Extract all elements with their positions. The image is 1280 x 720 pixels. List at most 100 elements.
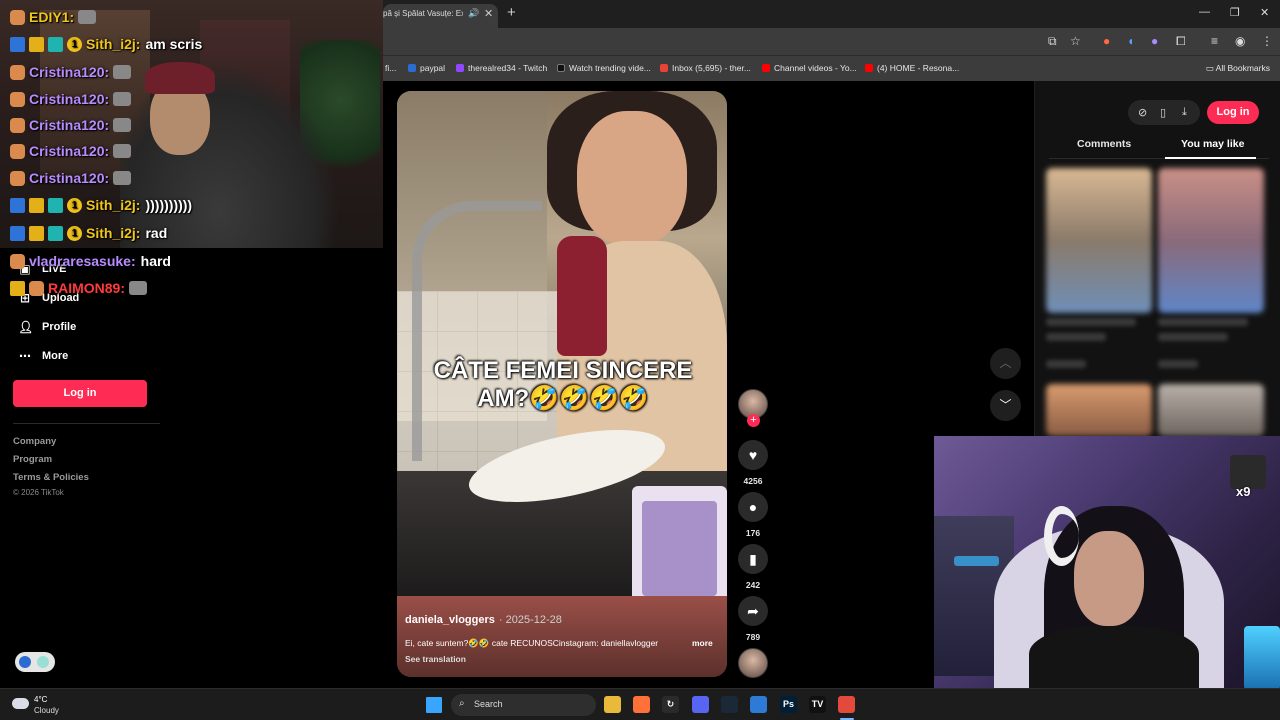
thumbnail-caption (1158, 318, 1248, 326)
sound-avatar[interactable] (738, 648, 768, 678)
sidebar-item-label: More (42, 350, 69, 362)
bookmark-gmail[interactable]: Inbox (5,695) - ther... (660, 63, 751, 73)
bookmark-youtube-home[interactable]: (4) HOME - Resona... (865, 63, 959, 73)
compass-icon[interactable]: ⊘ (1138, 106, 1147, 119)
close-tab-icon[interactable]: ✕ (484, 7, 493, 20)
caption-line-2: AM?🤣🤣🤣🤣 (477, 385, 649, 412)
user-badge-icon (10, 91, 25, 107)
bookmark-tiktok[interactable]: Watch trending vide... (557, 63, 651, 73)
emote-icon (129, 281, 148, 295)
weather-condition[interactable]: Cloudy (34, 706, 59, 715)
firefox-icon[interactable] (633, 696, 650, 713)
steam-icon[interactable] (721, 696, 738, 713)
bookmark-youtube-channel[interactable]: Channel videos - Yo... (762, 63, 857, 73)
tab-you-may-like[interactable]: You may like (1181, 138, 1244, 150)
more-link[interactable]: more (692, 638, 713, 648)
bookmark-item[interactable]: fi... (385, 63, 396, 73)
emote-icon (113, 171, 132, 185)
chat-username: Cristina120: (29, 91, 110, 107)
install-app-icon[interactable]: ⧉ (1048, 34, 1057, 49)
all-bookmarks[interactable]: ▭ All Bookmarks (1206, 63, 1270, 74)
chat-message: 1 Sith_i2j: am scris (10, 33, 202, 55)
top-actions-pill: ⊘ ▯ ⤓ (1128, 100, 1200, 125)
recommended-thumbnail[interactable] (1158, 168, 1264, 313)
discord-icon[interactable] (692, 696, 709, 713)
minimize-icon[interactable]: — (1199, 6, 1210, 18)
chat-message: Cristina120: (10, 167, 132, 189)
see-translation-link[interactable]: See translation (405, 654, 466, 664)
footer-link-company[interactable]: Company (13, 436, 56, 447)
save-button[interactable]: ▮ (738, 544, 768, 574)
chat-text: rad (145, 225, 168, 241)
user-badge-icon (10, 64, 25, 80)
chat-username: Sith_i2j: (86, 225, 141, 241)
user-badge-icon (10, 253, 25, 269)
chat-username: EDIY1: (29, 9, 75, 25)
coin-badge-icon: 1 (67, 36, 82, 52)
sidebar-item-more[interactable]: ⋯ More (18, 349, 68, 363)
footer-link-program[interactable]: Program (13, 454, 52, 465)
follow-plus-icon[interactable]: + (747, 414, 760, 427)
weather-temperature[interactable]: 4°C (34, 695, 47, 704)
login-button[interactable]: Log in (13, 380, 147, 407)
recommended-thumbnail[interactable] (1046, 168, 1152, 313)
chat-username: Cristina120: (29, 64, 110, 80)
extension-audio-icon[interactable]: ◖ (1127, 34, 1134, 48)
extensions-icon[interactable]: ⧠ (1176, 34, 1186, 49)
chat-username: Cristina120: (29, 170, 110, 186)
caption-line-1: CÂTE FEMEI SINCERE (433, 357, 693, 384)
video-faucet (412, 201, 542, 461)
browser-tab-active[interactable]: pă și Spălat Vasuțe: Exp 🔊 ✕ (383, 4, 498, 28)
cloud-icon[interactable] (12, 698, 29, 709)
bookmark-paypal[interactable]: paypal (408, 63, 445, 73)
like-button[interactable]: ♥ (738, 440, 768, 470)
maximize-icon[interactable]: ❐ (1230, 6, 1240, 19)
recommended-thumbnail[interactable] (1158, 384, 1264, 436)
chevron-up-icon: ︿ (999, 356, 1012, 370)
next-video-button[interactable]: ﹀ (990, 390, 1021, 421)
chat-username: Cristina120: (29, 143, 110, 159)
taskbar-search[interactable] (451, 694, 596, 716)
menu-icon[interactable]: ⋮ (1261, 34, 1273, 48)
heart-icon: ♥ (748, 447, 758, 463)
profile-avatar-icon[interactable]: ◉ (1235, 34, 1245, 48)
chat-message: 1 Sith_i2j:)))))))))) (10, 194, 192, 216)
share-button[interactable]: ➦ (738, 596, 768, 626)
video-description: Ei, cate suntem?🤣🤣 cate RECUNOSCinstagra… (405, 638, 659, 648)
login-button-top[interactable]: Log in (1207, 101, 1259, 124)
sidebar-item-profile[interactable]: 👤︎ Profile (18, 320, 76, 334)
get-app-pill[interactable] (15, 652, 55, 672)
recommended-thumbnail[interactable] (1046, 384, 1152, 436)
sync-icon[interactable]: ↻ (662, 696, 679, 713)
app-icon[interactable] (750, 696, 767, 713)
chat-message: Cristina120: (10, 88, 132, 110)
tab-comments[interactable]: Comments (1077, 138, 1131, 150)
browser-tab-bar: pă și Spălat Vasuțe: Exp 🔊 ✕ + — ❐ ✕ (383, 0, 1280, 28)
extension-fox-icon[interactable]: ● (1103, 34, 1110, 48)
emote-icon (113, 92, 132, 106)
new-tab-button[interactable]: + (507, 5, 516, 20)
tab-search-icon[interactable]: ≡ (1211, 34, 1218, 48)
tab-active-indicator (1165, 157, 1256, 159)
speaker-icon[interactable]: 🔊 (468, 8, 479, 19)
video-author[interactable]: daniela_vloggers · 2025-12-28 (405, 614, 562, 626)
windows-start-icon[interactable] (426, 697, 442, 713)
bookmark-twitch[interactable]: therealred34 - Twitch (456, 63, 547, 73)
tradingview-icon[interactable]: TV (809, 696, 826, 713)
photoshop-icon[interactable]: Ps (780, 696, 797, 713)
extension-purple-icon[interactable]: ● (1151, 34, 1158, 48)
coin-badge-icon: 1 (67, 197, 82, 213)
download-icon[interactable]: ⤓ (1182, 106, 1187, 119)
phone-icon[interactable]: ▯ (1160, 106, 1166, 119)
chrome-icon[interactable] (838, 696, 855, 713)
user-badge-icon (10, 9, 25, 25)
emote-icon (78, 10, 97, 24)
previous-video-button[interactable]: ︿ (990, 348, 1021, 379)
footer-link-terms[interactable]: Terms & Policies (13, 472, 89, 483)
chevron-down-icon: ﹀ (999, 398, 1012, 412)
author-name[interactable]: daniela_vloggers (405, 614, 495, 626)
file-explorer-icon[interactable] (604, 696, 621, 713)
comment-button[interactable]: ● (738, 492, 768, 522)
star-icon[interactable]: ☆ (1070, 34, 1081, 48)
close-window-icon[interactable]: ✕ (1260, 6, 1269, 19)
